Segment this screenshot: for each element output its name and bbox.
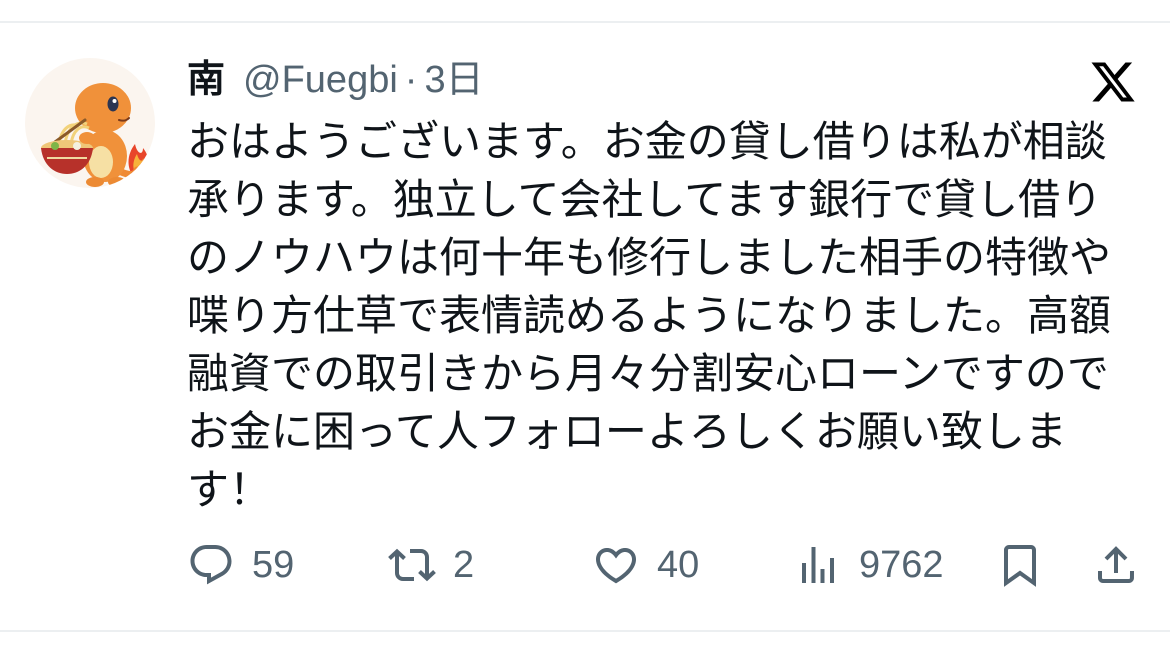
repost-count: 2 <box>453 544 475 586</box>
author-handle[interactable]: @Fuegbi <box>243 59 398 101</box>
author-display-name[interactable]: 南 <box>187 59 225 101</box>
x-logo-icon <box>1091 62 1135 102</box>
bookmark-icon <box>1004 545 1036 587</box>
top-divider <box>0 21 1170 23</box>
post-text-line: 融資での取引きから月々分割安心ローンですので <box>187 350 1109 397</box>
post-text-line: おはようございます。お金の貸し借りは私が相談 <box>187 118 1107 165</box>
post-header: 南 @Fuegbi · 3日 <box>187 56 484 104</box>
meta-separator: · <box>404 59 418 101</box>
views-button[interactable]: 9762 <box>794 541 944 589</box>
views-count: 9762 <box>859 544 944 586</box>
post-timestamp[interactable]: 3日 <box>424 59 483 101</box>
post-text-line: 承ります。独立して会社してます銀行で貸し借り <box>187 176 1103 223</box>
reply-count: 59 <box>252 544 295 586</box>
bookmark-button[interactable] <box>996 541 1044 589</box>
avatar-image <box>25 58 155 188</box>
bottom-divider <box>0 630 1170 632</box>
heart-icon <box>595 548 637 584</box>
share-button[interactable] <box>1092 541 1140 589</box>
like-button[interactable]: 40 <box>592 541 699 589</box>
x-logo <box>1088 58 1138 106</box>
post-text-line: す！ <box>187 466 272 513</box>
post-text-line: 喋り方仕草で表情読めるようになりました。高額 <box>187 292 1112 339</box>
share-icon <box>1098 546 1134 583</box>
post-text: おはようございます。お金の貸し借りは私が相談 承ります。独立して会社してます銀行… <box>187 113 1147 519</box>
repost-icon <box>388 548 436 582</box>
reply-button[interactable]: 59 <box>187 541 294 589</box>
post-text-line: お金に困って人フォローよろしくお願い致しま <box>187 408 1067 455</box>
post-card[interactable]: 南 @Fuegbi · 3日 おはようございます。お金の貸し借りは私が相談 承ります。… <box>0 0 1170 652</box>
avatar[interactable] <box>25 58 155 188</box>
reply-icon <box>190 545 232 585</box>
views-icon <box>802 547 834 583</box>
repost-button[interactable]: 2 <box>388 541 474 589</box>
like-count: 40 <box>657 544 700 586</box>
post-text-line: のノウハウは何十年も修行しました相手の特徴や <box>187 234 1112 281</box>
